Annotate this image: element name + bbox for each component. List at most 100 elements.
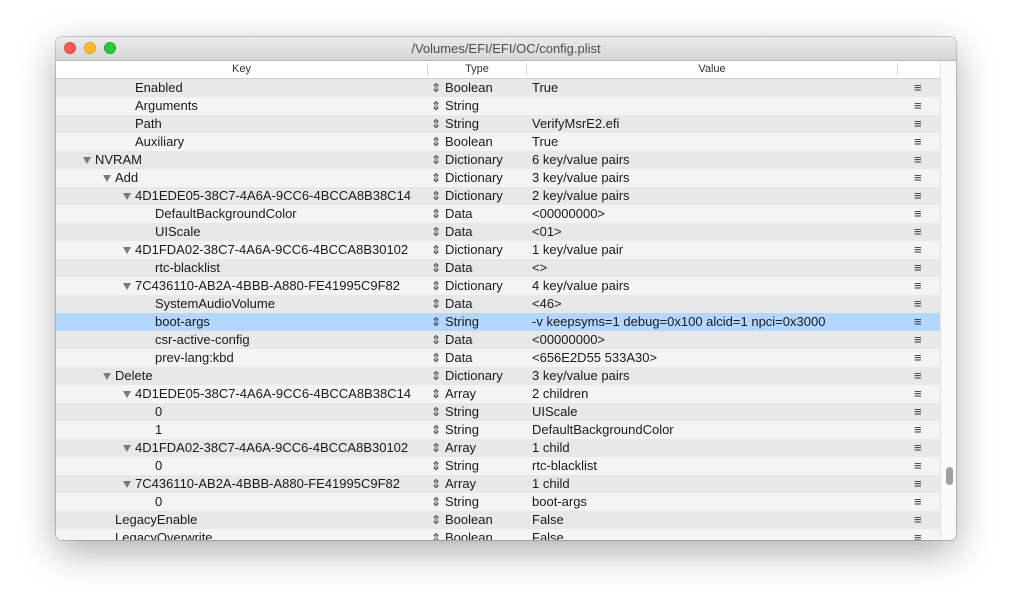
value-cell[interactable]: <01> [532,223,562,241]
type-stepper-icon[interactable]: ⇕ [431,457,441,475]
key-cell[interactable]: Path [56,115,429,133]
table-row[interactable]: LegacyOverwrite ⇕ Boolean False ≡ [56,529,940,540]
type-stepper-icon[interactable]: ⇕ [431,295,441,313]
type-cell[interactable]: Boolean [445,79,493,97]
row-menu-icon[interactable]: ≡ [914,133,922,151]
table-row[interactable]: boot-args ⇕ String -v keepsyms=1 debug=0x10… [56,313,940,331]
type-stepper-icon[interactable]: ⇕ [431,331,441,349]
key-cell[interactable]: boot-args [56,313,429,331]
key-cell[interactable]: 4D1FDA02-38C7-4A6A-9CC6-4BCCA8B30102 [56,241,429,259]
type-stepper-icon[interactable]: ⇕ [431,511,441,529]
value-cell[interactable]: 1 child [532,475,570,493]
column-header-key[interactable]: Key [56,61,427,78]
type-stepper-icon[interactable]: ⇕ [431,403,441,421]
key-cell[interactable]: 0 [56,493,429,511]
column-header-value[interactable]: Value [527,61,897,78]
type-stepper-icon[interactable]: ⇕ [431,79,441,97]
key-cell[interactable]: rtc-blacklist [56,259,429,277]
value-cell[interactable]: 1 key/value pair [532,241,623,259]
value-cell[interactable]: 2 key/value pairs [532,187,630,205]
table-row[interactable]: UIScale ⇕ Data <01> ≡ [56,223,940,241]
disclosure-triangle-icon[interactable] [123,481,131,488]
value-cell[interactable]: UIScale [532,403,578,421]
type-stepper-icon[interactable]: ⇕ [431,529,441,540]
value-cell[interactable]: <00000000> [532,205,605,223]
type-stepper-icon[interactable]: ⇕ [431,475,441,493]
row-menu-icon[interactable]: ≡ [914,277,922,295]
row-menu-icon[interactable]: ≡ [914,421,922,439]
type-stepper-icon[interactable]: ⇕ [431,421,441,439]
type-cell[interactable]: Boolean [445,529,493,540]
row-menu-icon[interactable]: ≡ [914,259,922,277]
key-cell[interactable]: Delete [56,367,429,385]
type-stepper-icon[interactable]: ⇕ [431,241,441,259]
type-stepper-icon[interactable]: ⇕ [431,313,441,331]
type-stepper-icon[interactable]: ⇕ [431,223,441,241]
key-cell[interactable]: SystemAudioVolume [56,295,429,313]
row-menu-icon[interactable]: ≡ [914,385,922,403]
vertical-scrollbar[interactable] [940,61,956,540]
column-header-type[interactable]: Type [428,61,526,78]
type-cell[interactable]: String [445,493,479,511]
table-row[interactable]: Add ⇕ Dictionary 3 key/value pairs ≡ [56,169,940,187]
key-cell[interactable]: prev-lang:kbd [56,349,429,367]
value-cell[interactable]: 3 key/value pairs [532,169,630,187]
disclosure-triangle-icon[interactable] [123,391,131,398]
type-stepper-icon[interactable]: ⇕ [431,277,441,295]
key-cell[interactable]: 1 [56,421,429,439]
row-menu-icon[interactable]: ≡ [914,295,922,313]
value-cell[interactable]: -v keepsyms=1 debug=0x100 alcid=1 npci=0… [532,313,825,331]
row-menu-icon[interactable]: ≡ [914,79,922,97]
table-row[interactable]: Path ⇕ String VerifyMsrE2.efi ≡ [56,115,940,133]
scrollbar-thumb[interactable] [946,467,953,485]
table-row[interactable]: prev-lang:kbd ⇕ Data <656E2D55 533A30> ≡ [56,349,940,367]
key-cell[interactable]: 4D1FDA02-38C7-4A6A-9CC6-4BCCA8B30102 [56,439,429,457]
type-stepper-icon[interactable]: ⇕ [431,97,441,115]
type-stepper-icon[interactable]: ⇕ [431,205,441,223]
key-cell[interactable]: UIScale [56,223,429,241]
key-cell[interactable]: Add [56,169,429,187]
type-cell[interactable]: Data [445,259,472,277]
value-cell[interactable]: <00000000> [532,331,605,349]
table-row[interactable]: 0 ⇕ String UIScale ≡ [56,403,940,421]
value-cell[interactable]: <> [532,259,547,277]
value-cell[interactable]: 2 children [532,385,588,403]
value-cell[interactable]: 6 key/value pairs [532,151,630,169]
type-cell[interactable]: Array [445,385,476,403]
table-row[interactable]: 4D1FDA02-38C7-4A6A-9CC6-4BCCA8B30102 ⇕ Dic… [56,241,940,259]
row-menu-icon[interactable]: ≡ [914,331,922,349]
type-cell[interactable]: Dictionary [445,241,503,259]
value-cell[interactable]: rtc-blacklist [532,457,597,475]
type-cell[interactable]: Dictionary [445,187,503,205]
type-cell[interactable]: String [445,115,479,133]
type-cell[interactable]: Dictionary [445,277,503,295]
disclosure-triangle-icon[interactable] [123,193,131,200]
table-row[interactable]: 7C436110-AB2A-4BBB-A880-FE41995C9F82 ⇕ Dic… [56,277,940,295]
type-stepper-icon[interactable]: ⇕ [431,493,441,511]
type-cell[interactable]: String [445,421,479,439]
type-stepper-icon[interactable]: ⇕ [431,115,441,133]
table-row[interactable]: DefaultBackgroundColor ⇕ Data <00000000> ≡ [56,205,940,223]
type-stepper-icon[interactable]: ⇕ [431,259,441,277]
row-menu-icon[interactable]: ≡ [914,367,922,385]
table-row[interactable]: 1 ⇕ String DefaultBackgroundColor ≡ [56,421,940,439]
type-stepper-icon[interactable]: ⇕ [431,133,441,151]
table-row[interactable]: rtc-blacklist ⇕ Data <> ≡ [56,259,940,277]
table-row[interactable]: 4D1EDE05-38C7-4A6A-9CC6-4BCCA8B38C14 ⇕ Dic… [56,187,940,205]
key-cell[interactable]: 0 [56,457,429,475]
table-row[interactable]: SystemAudioVolume ⇕ Data <46> ≡ [56,295,940,313]
value-cell[interactable]: boot-args [532,493,587,511]
type-stepper-icon[interactable]: ⇕ [431,151,441,169]
type-cell[interactable]: Data [445,205,472,223]
type-stepper-icon[interactable]: ⇕ [431,367,441,385]
key-cell[interactable]: NVRAM [56,151,429,169]
row-menu-icon[interactable]: ≡ [914,115,922,133]
row-menu-icon[interactable]: ≡ [914,511,922,529]
value-cell[interactable]: 4 key/value pairs [532,277,630,295]
value-cell[interactable]: True [532,79,558,97]
row-menu-icon[interactable]: ≡ [914,349,922,367]
type-cell[interactable]: String [445,457,479,475]
table-row[interactable]: Auxiliary ⇕ Boolean True ≡ [56,133,940,151]
key-cell[interactable]: 7C436110-AB2A-4BBB-A880-FE41995C9F82 [56,277,429,295]
key-cell[interactable]: Enabled [56,79,429,97]
